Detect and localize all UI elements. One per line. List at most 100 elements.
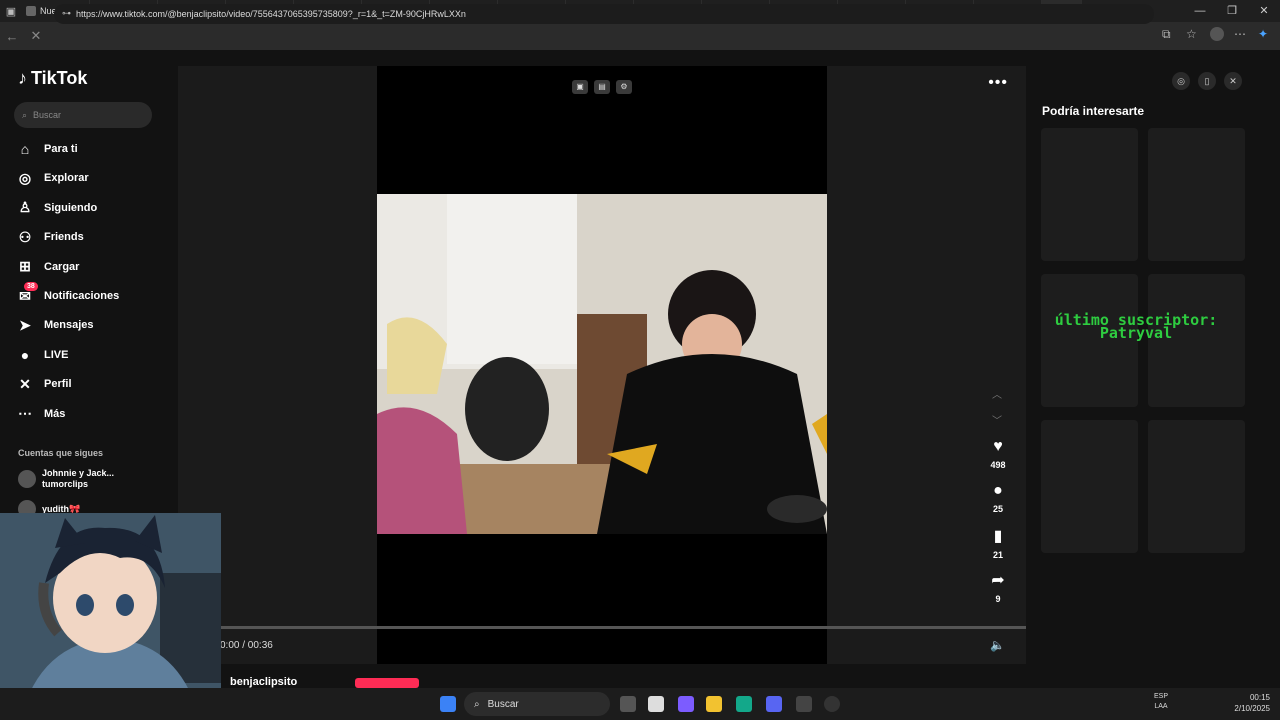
close-window-icon[interactable]: ✕ <box>1248 0 1280 22</box>
sidebar-item-label: Para ti <box>44 143 78 155</box>
search-icon: ⌕ <box>474 698 480 710</box>
more-icon: ⋯ <box>18 405 32 422</box>
edge-icon[interactable] <box>736 696 752 712</box>
menu-icon[interactable]: ⋯ <box>1234 27 1246 41</box>
home-icon: ⌂ <box>20 141 30 157</box>
live-icon: ● <box>20 346 30 363</box>
sidebar-item-cargar[interactable]: ⊞ Cargar <box>16 255 79 279</box>
sidebar-item-label: Perfil <box>44 378 72 391</box>
sidebar-item-friends[interactable]: ⚇ Friends <box>16 225 84 249</box>
search-input[interactable]: ⌕ Buscar <box>14 102 152 128</box>
like-button[interactable]: ♥ 498 <box>986 438 1010 470</box>
avatar <box>18 470 36 488</box>
app-icon[interactable] <box>796 696 812 712</box>
time-display: 0:00 / 00:36 <box>220 640 273 651</box>
site-info-icon[interactable]: ⊶ <box>62 8 71 19</box>
sidebar-item-para-ti[interactable]: ⌂ Para ti <box>16 137 78 161</box>
sidebar-item-perfil[interactable]: ✕ Perfil <box>16 372 72 396</box>
tiktok-logo[interactable]: ♪ TikTok <box>18 68 87 89</box>
panel-icons: ◎ ▯ ✕ <box>1172 72 1242 90</box>
compass-icon: ◎ <box>18 169 32 186</box>
url-text: https://www.tiktok.com/@benjaclipsito/vi… <box>76 9 466 19</box>
sidebar-item-live[interactable]: ● LIVE <box>16 343 69 367</box>
reload-icon[interactable]: ✕ <box>24 28 48 44</box>
profile-avatar[interactable] <box>1210 27 1224 41</box>
comment-icon: ● <box>993 482 1003 499</box>
sidebar-item-siguiendo[interactable]: ♙ Siguiendo <box>16 196 97 220</box>
tiktok-note-icon: ♪ <box>18 68 27 88</box>
sidebar-item-label: Cargar <box>44 260 80 273</box>
heart-icon: ♥ <box>993 438 1003 455</box>
restore-icon[interactable]: ❐ <box>1216 0 1248 22</box>
tab-favicon-icon <box>26 6 36 16</box>
extension-icon[interactable]: ⧉ <box>1162 27 1171 42</box>
sidebar-item-label: Notificaciones <box>44 290 120 302</box>
recommended-thumbnail[interactable] <box>1041 420 1138 553</box>
sidebar-item-m-s[interactable]: ⋯ Más <box>16 402 65 426</box>
share-icon: ➦ <box>991 572 1005 589</box>
share-button[interactable]: ➦ 9 <box>986 570 1010 604</box>
copilot-app-icon[interactable] <box>678 696 694 712</box>
sidebar-item-label: Siguiendo <box>44 201 98 214</box>
task-view-icon[interactable] <box>620 696 636 712</box>
store-icon[interactable] <box>648 696 664 712</box>
recommended-thumbnail[interactable] <box>1148 128 1245 261</box>
sidebar-item-label: Más <box>44 407 66 420</box>
file-explorer-icon[interactable] <box>706 696 722 712</box>
sidebar-item-mensajes[interactable]: ➤ Mensajes <box>16 313 94 337</box>
chevron-up-icon[interactable]: ︿ <box>992 386 1002 401</box>
person-plus-icon: ♙ <box>18 199 32 216</box>
comment-button[interactable]: ● 25 <box>986 482 1010 514</box>
copilot-icon[interactable]: ✦ <box>1258 27 1268 41</box>
bell-icon: ✉ 38 <box>16 281 38 305</box>
search-icon: ⌕ <box>22 109 28 120</box>
sidebar-item-label: Mensajes <box>44 319 94 332</box>
capture-icon[interactable]: ▤ <box>594 80 610 94</box>
video-frame[interactable] <box>377 194 827 534</box>
sidebar-item-label: Explorar <box>44 172 89 185</box>
video-area: ▣ ▤ ⚙ ••• ︿ ﹀ ♥ 498 ● 25 ▮ 21 ➦ 9 0:00 /… <box>178 66 1026 664</box>
recommendations-panel: ◎ ▯ ✕ Podría interesarte <box>1030 66 1270 664</box>
favorites-icon[interactable]: ☆ <box>1186 27 1197 41</box>
browser-window-icon[interactable]: ▣ <box>0 0 22 22</box>
pip-icon[interactable]: ▣ <box>572 80 588 94</box>
more-options-icon[interactable]: ••• <box>988 74 1008 92</box>
sidebar-item-notificaciones[interactable]: ✉ 38 Notificaciones <box>16 281 120 308</box>
compass-icon[interactable]: ◎ <box>1172 72 1190 90</box>
recommended-thumbnail[interactable] <box>1148 420 1245 553</box>
video-tool-icons: ▣ ▤ ⚙ <box>572 80 632 94</box>
sidebar-item-explorar[interactable]: ◎ Explorar <box>16 166 89 190</box>
start-icon[interactable] <box>440 696 456 712</box>
bookmark-icon: ▮ <box>993 528 1003 545</box>
volume-icon[interactable]: 🔈 <box>990 638 1005 652</box>
recommended-thumbnail[interactable] <box>1041 128 1138 261</box>
people-icon: ⚇ <box>18 228 32 245</box>
close-panel-icon[interactable]: ✕ <box>1224 72 1242 90</box>
save-button[interactable]: ▮ 21 <box>986 526 1010 560</box>
obs-icon[interactable] <box>824 696 840 712</box>
notification-badge: 38 <box>24 281 38 291</box>
follow-button[interactable] <box>355 678 419 688</box>
translate-icon[interactable]: ⚙ <box>616 80 632 94</box>
minimize-icon[interactable]: — <box>1184 0 1216 22</box>
discord-icon[interactable] <box>766 696 782 712</box>
chevron-down-icon[interactable]: ﹀ <box>992 412 1002 427</box>
avatar-icon: ✕ <box>19 375 31 392</box>
phone-icon[interactable]: ▯ <box>1198 72 1216 90</box>
back-icon[interactable]: ← <box>0 29 24 44</box>
window-controls: — ❐ ✕ <box>1184 0 1280 22</box>
panel-title: Podría interesarte <box>1042 104 1145 118</box>
address-bar-row: ← ✕ <box>0 22 1280 50</box>
progress-bar[interactable] <box>220 626 1026 629</box>
video-player[interactable] <box>377 66 827 664</box>
send-icon: ➤ <box>19 316 31 333</box>
author-name[interactable]: benjaclipsito <box>230 676 297 688</box>
language-indicator[interactable]: ESP LAA <box>1154 692 1168 712</box>
following-section-title: Cuentas que sigues <box>18 448 104 458</box>
clock[interactable]: 00:15 2/10/2025 <box>1234 692 1270 714</box>
taskbar-search[interactable]: ⌕ Buscar <box>464 692 610 716</box>
subscriber-overlay: último suscriptor: Patryval <box>1054 311 1218 342</box>
address-bar[interactable]: ⊶ https://www.tiktok.com/@benjaclipsito/… <box>54 4 1154 24</box>
upload-icon: ⊞ <box>19 258 31 275</box>
followed-account[interactable]: Johnnie y Jack... tumorclips <box>18 468 114 490</box>
